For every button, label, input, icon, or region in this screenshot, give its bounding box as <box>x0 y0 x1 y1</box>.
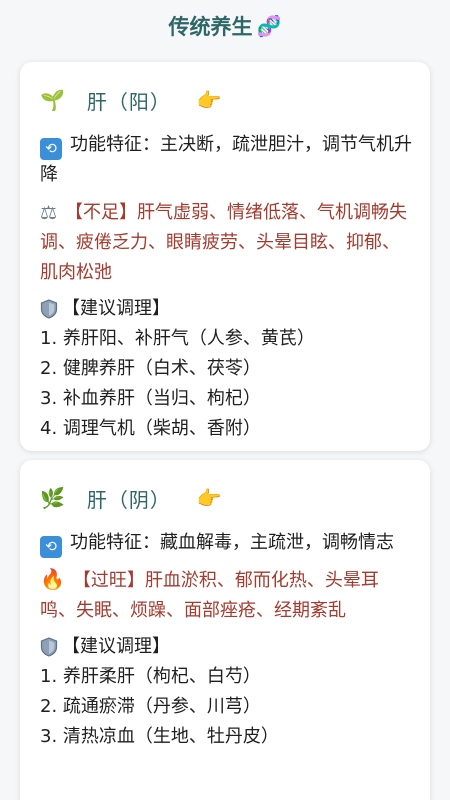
organ-name: 肝（阴） <box>86 487 171 512</box>
dna-icon: 🧬 <box>256 14 282 38</box>
shield-icon <box>40 299 58 319</box>
advice-item: 4. 调理气机（柴胡、香附） <box>40 418 261 439</box>
organ-card-liver-yang[interactable]: 🌱 肝（阳） 👉 ⟲ 功能特征：主决断，疏泄胆汁，调节气机升降 ⚖ 【不足】肝气虚弱… <box>20 62 430 451</box>
herb-icon: 🌿 <box>40 486 65 510</box>
page-title: 传统养生 🧬 <box>0 0 450 52</box>
function-row: ⟲ 功能特征：主决断，疏泄胆汁，调节气机升降 <box>40 130 412 190</box>
advice-header: 【建议调理】 <box>40 632 412 662</box>
symptom-row: ⚖ 【不足】肝气虚弱、情绪低落、气机调畅失调、疲倦乏力、眼睛疲劳、头晕目眩、抑郁、… <box>40 198 412 288</box>
shield-icon <box>40 637 58 657</box>
cycle-icon: ⟲ <box>40 536 62 558</box>
cycle-icon: ⟲ <box>40 138 62 160</box>
organ-name: 肝（阳） <box>86 89 171 114</box>
advice-item: 3. 清热凉血（生地、牡丹皮） <box>40 726 279 747</box>
screen: 传统养生 🧬 🌱 肝（阳） 👉 ⟲ 功能特征：主决断，疏泄胆汁，调节气机升降 ⚖ 【… <box>0 0 450 800</box>
advice-item: 1. 养肝柔肝（枸杞、白芍） <box>40 666 261 687</box>
advice-item: 1. 养肝阳、补肝气（人参、黄芪） <box>40 328 315 349</box>
fire-icon: 🔥 <box>40 567 65 591</box>
advice-item: 2. 健脾养肝（白术、茯苓） <box>40 358 261 379</box>
advice-header: 【建议调理】 <box>40 294 412 324</box>
advice-item: 3. 补血养肝（当归、枸杞） <box>40 388 261 409</box>
pointing-hand-icon: 👉 <box>196 486 222 510</box>
symptom-text: 【过旺】肝血淤积、郁而化热、头晕耳鸣、失眠、烦躁、面部痤疮、经期紊乱 <box>40 570 379 621</box>
advice-title: 【建议调理】 <box>62 298 170 319</box>
symptom-text: 【不足】肝气虚弱、情绪低落、气机调畅失调、疲倦乏力、眼睛疲劳、头晕目眩、抑郁、肌… <box>40 202 408 283</box>
advice-title: 【建议调理】 <box>62 636 170 657</box>
advice-item: 2. 疏通瘀滞（丹参、川芎） <box>40 696 261 717</box>
organ-card-liver-yin[interactable]: 🌿 肝（阴） 👉 ⟲ 功能特征：藏血解毒，主疏泄，调畅情志 🔥 【过旺】肝血淤积、郁… <box>20 460 430 800</box>
advice-list: 1. 养肝柔肝（枸杞、白芍） 2. 疏通瘀滞（丹参、川芎） 3. 清热凉血（生地… <box>40 662 412 752</box>
advice-list: 1. 养肝阳、补肝气（人参、黄芪） 2. 健脾养肝（白术、茯苓） 3. 补血养肝… <box>40 324 412 444</box>
symptom-row: 🔥 【过旺】肝血淤积、郁而化热、头晕耳鸣、失眠、烦躁、面部痤疮、经期紊乱 <box>40 566 412 626</box>
function-row: ⟲ 功能特征：藏血解毒，主疏泄，调畅情志 <box>40 528 412 558</box>
card-header: 🌿 肝（阴） 👉 <box>40 476 412 520</box>
function-text: 功能特征：主决断，疏泄胆汁，调节气机升降 <box>40 134 412 185</box>
card-header: 🌱 肝（阳） 👉 <box>40 78 412 122</box>
function-text: 功能特征：藏血解毒，主疏泄，调畅情志 <box>70 532 394 553</box>
scales-icon: ⚖ <box>40 202 58 224</box>
page-title-text: 传统养生 <box>168 15 253 39</box>
pointing-hand-icon: 👉 <box>196 88 222 112</box>
seedling-icon: 🌱 <box>40 88 65 112</box>
